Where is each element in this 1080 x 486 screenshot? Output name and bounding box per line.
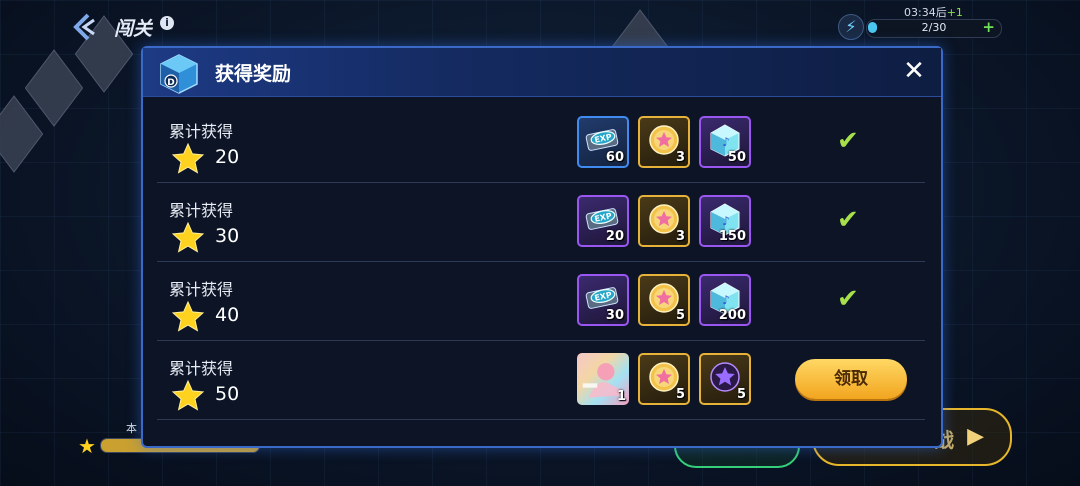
play-icon: ▶	[967, 424, 984, 449]
page-title: 闯关	[114, 18, 153, 40]
svg-text:♪: ♪	[722, 293, 730, 307]
reward-row: 累计获得 30 EXP 20 3 ♪ 150 ✔	[157, 183, 925, 262]
reward-count: 60	[605, 150, 624, 165]
reward-item-gold-coin[interactable]: 3	[638, 195, 690, 247]
claimed-check-icon: ✔	[837, 126, 859, 156]
reward-item-exp-ticket[interactable]: EXP 60	[577, 116, 629, 168]
energy-count: 2/30	[921, 21, 947, 34]
row-label: 累计获得	[169, 201, 234, 220]
reward-row: 累计获得 40 EXP 30 5 ♪ 200 ✔	[157, 262, 925, 341]
reward-modal: D 获得奖励 ✕ 累计获得 20 EXP 60 3 ♪ 50 ✔ 累计获得 30 EXP 20 3 ♪ 15…	[141, 46, 943, 448]
reward-count: 5	[675, 308, 685, 323]
star-count: 20	[215, 146, 240, 168]
star-icon	[171, 142, 205, 174]
reward-item-illustration-card[interactable]: 1	[577, 353, 629, 405]
star-icon: ★	[78, 434, 96, 458]
reward-item-music-crystal[interactable]: ♪ 150	[699, 195, 751, 247]
row-label: 累计获得	[169, 122, 234, 141]
reward-item-exp-ticket[interactable]: EXP 30	[577, 274, 629, 326]
reward-count: 3	[675, 150, 685, 165]
energy-bar: 2/30 +	[866, 18, 1002, 38]
star-icon	[171, 300, 205, 332]
lightning-icon: ⚡	[838, 14, 864, 40]
reward-count: 3	[675, 229, 685, 244]
reward-count: 5	[736, 387, 746, 402]
back-button[interactable]	[68, 12, 98, 42]
reward-count: 50	[727, 150, 746, 165]
star-count: 40	[215, 304, 240, 326]
star-count: 30	[215, 225, 240, 247]
reward-row: 累计获得 50 1 5 5 领取	[157, 341, 925, 420]
star-count: 50	[215, 383, 240, 405]
reward-item-gold-coin[interactable]: 5	[638, 353, 690, 405]
svg-text:♪: ♪	[722, 214, 730, 228]
reward-count: 20	[605, 229, 624, 244]
reward-item-music-crystal[interactable]: ♪ 50	[699, 116, 751, 168]
close-button[interactable]: ✕	[899, 56, 929, 86]
claim-button[interactable]: 领取	[795, 359, 907, 399]
reward-count: 30	[605, 308, 624, 323]
reward-item-gold-coin[interactable]: 5	[638, 274, 690, 326]
star-icon	[171, 379, 205, 411]
star-icon	[171, 221, 205, 253]
reward-item-gold-coin[interactable]: 3	[638, 116, 690, 168]
reward-count: 200	[718, 308, 746, 323]
energy-timer: 03:34后+1	[904, 6, 963, 19]
modal-header: D 获得奖励 ✕	[143, 48, 941, 97]
svg-text:♪: ♪	[722, 135, 730, 149]
energy-meter: 03:34后+1 ⚡ 2/30 +	[838, 4, 1003, 40]
claimed-check-icon: ✔	[837, 284, 859, 314]
back-arrow-icon	[73, 13, 95, 41]
reward-count: 150	[718, 229, 746, 244]
claimed-check-icon: ✔	[837, 205, 859, 235]
energy-add-button[interactable]: +	[982, 18, 995, 36]
info-icon[interactable]: i	[160, 16, 174, 30]
reward-item-music-crystal[interactable]: ♪ 200	[699, 274, 751, 326]
reward-box-icon: D	[160, 54, 198, 94]
row-label: 累计获得	[169, 359, 234, 378]
reward-item-purple-star-orb[interactable]: 5	[699, 353, 751, 405]
reward-row: 累计获得 20 EXP 60 3 ♪ 50 ✔	[157, 104, 925, 183]
svg-text:D: D	[167, 78, 174, 88]
reward-item-exp-ticket[interactable]: EXP 20	[577, 195, 629, 247]
modal-title: 获得奖励	[215, 63, 292, 85]
bottom-label: 本	[126, 422, 137, 435]
reward-count: 1	[616, 389, 626, 404]
row-label: 累计获得	[169, 280, 234, 299]
reward-count: 5	[675, 387, 685, 402]
